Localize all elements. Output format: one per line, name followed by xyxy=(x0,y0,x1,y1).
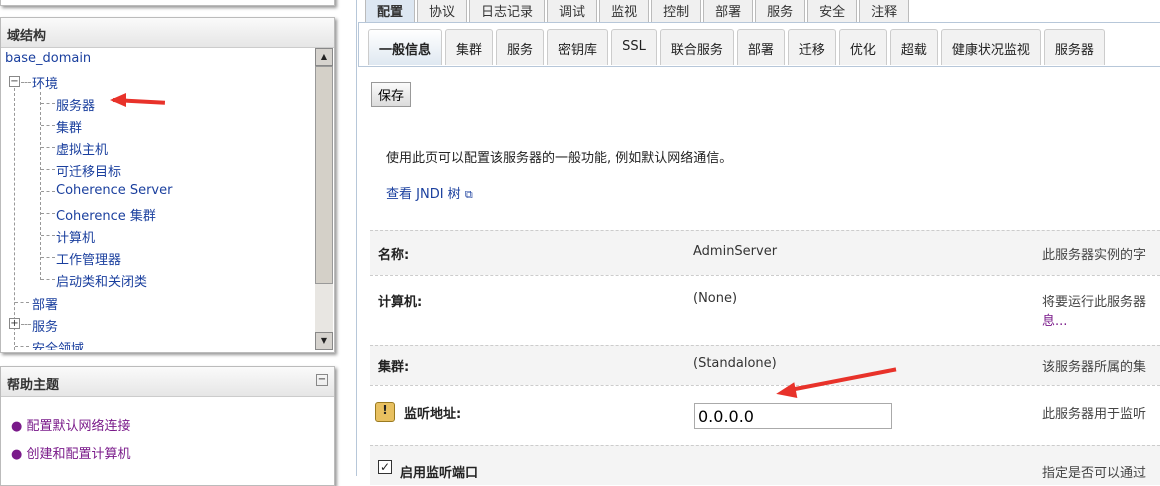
scroll-thumb[interactable] xyxy=(315,66,333,284)
tree-scrollbar[interactable]: ▲ ▼ xyxy=(315,48,333,350)
subtab[interactable]: 一般信息 xyxy=(368,29,443,65)
tree-item[interactable]: 启动类和关闭类 xyxy=(56,271,147,290)
jndi-link[interactable]: 查看 JNDI 树 ⧉ xyxy=(386,183,473,202)
scroll-up-icon[interactable]: ▲ xyxy=(315,48,333,66)
subtab[interactable]: 服务器 xyxy=(1043,29,1105,65)
tree-connector xyxy=(41,125,55,126)
tree-item[interactable]: 可迁移目标 xyxy=(56,161,121,180)
subtab[interactable]: 服务 xyxy=(496,29,545,65)
field-label: 监听地址: xyxy=(404,407,462,422)
scroll-down-icon[interactable]: ▼ xyxy=(315,332,333,350)
content-border xyxy=(356,0,357,476)
help-link[interactable]: ● 创建和配置计算机 xyxy=(11,443,131,462)
collapse-panel-icon[interactable]: − xyxy=(316,374,328,386)
tree-item-environment[interactable]: 环境 xyxy=(32,73,58,92)
field-row-cluster: 集群: (Standalone) 该服务器所属的集 xyxy=(370,345,1160,385)
field-label: 启用监听端口 xyxy=(400,466,479,481)
subtab[interactable]: 迁移 xyxy=(787,29,836,65)
field-desc: 指定是否可以通过 xyxy=(1042,466,1147,481)
tree-connector xyxy=(41,213,55,214)
tree-item[interactable]: 集群 xyxy=(56,117,82,136)
field-label: 集群: xyxy=(378,360,410,375)
save-button[interactable]: 保存 xyxy=(371,82,412,107)
tab[interactable]: 日志记录 xyxy=(469,0,546,24)
main-tabs: 配置 协议 日志记录 调试 监视 控制 部署 服务 安全 注释 xyxy=(365,0,911,24)
subtab[interactable]: 集群 xyxy=(445,29,494,65)
subtab[interactable]: 联合服务 xyxy=(659,29,734,65)
panel-title: 域结构 xyxy=(1,18,334,48)
help-panel: 帮助主题 − ● 配置默认网络连接 ● 创建和配置计算机 xyxy=(0,366,335,486)
listen-port-checkbox[interactable]: ✓ xyxy=(378,460,392,474)
tree-connector xyxy=(41,103,55,104)
field-label: 计算机: xyxy=(378,295,423,310)
tree-item-deployments[interactable]: 部署 xyxy=(32,294,58,313)
external-link-icon: ⧉ xyxy=(464,188,473,201)
field-desc: 该服务器所属的集 xyxy=(1042,360,1147,375)
expand-icon[interactable]: + xyxy=(9,318,20,329)
tree-item[interactable]: 计算机 xyxy=(56,227,95,246)
warning-config-icon: ! xyxy=(375,402,395,422)
help-link-text[interactable]: 配置默认网络连接 xyxy=(26,419,130,434)
tree-item[interactable]: 服务器 xyxy=(56,95,95,114)
tree-connector xyxy=(41,169,55,170)
field-desc: 此服务器用于监听 xyxy=(1042,407,1147,422)
field-row-listen-port-enabled: ✓ 启用监听端口 指定是否可以通过 xyxy=(370,445,1160,485)
subtab[interactable]: 密钥库 xyxy=(547,29,609,65)
help-link[interactable]: ● 配置默认网络连接 xyxy=(11,415,131,434)
tab[interactable]: 控制 xyxy=(651,0,702,24)
tree-item[interactable]: 虚拟主机 xyxy=(56,139,108,158)
intro-text: 使用此页可以配置该服务器的一般功能, 例如默认网络通信。 xyxy=(386,151,733,166)
tree-connector xyxy=(41,191,55,192)
tree-connector xyxy=(41,257,55,258)
tree-connector xyxy=(41,147,55,148)
field-desc: 将要运行此服务器 xyxy=(1042,295,1147,310)
tree-root[interactable]: base_domain xyxy=(5,51,91,66)
subtab[interactable]: SSL xyxy=(611,29,657,65)
sub-tabs: 一般信息 集群 服务 密钥库 SSL 联合服务 部署 迁移 优化 超载 健康状况监视 服务器 xyxy=(368,29,1108,65)
collapse-icon[interactable]: − xyxy=(9,76,20,87)
tab[interactable]: 注释 xyxy=(859,0,910,24)
top-panel xyxy=(0,0,335,6)
tab[interactable]: 调试 xyxy=(547,0,598,24)
field-row-machine: 计算机: (None) 将要运行此服务器 息... xyxy=(370,275,1160,345)
subtab[interactable]: 健康状况监视 xyxy=(940,29,1041,65)
field-row-name: 名称: AdminServer 此服务器实例的字 xyxy=(370,230,1160,275)
field-desc: 此服务器实例的字 xyxy=(1042,248,1147,263)
subtab[interactable]: 超载 xyxy=(889,29,938,65)
help-title: 帮助主题 xyxy=(1,367,334,397)
help-link-text[interactable]: 创建和配置计算机 xyxy=(26,447,130,462)
jndi-link-text[interactable]: 查看 JNDI 树 xyxy=(386,187,461,202)
field-value: (None) xyxy=(693,291,738,306)
field-value: (Standalone) xyxy=(693,356,777,371)
tree-connector xyxy=(41,279,55,280)
tab[interactable]: 协议 xyxy=(417,0,468,24)
more-info-link[interactable]: 息... xyxy=(1042,310,1160,329)
tree-item[interactable]: Coherence 集群 xyxy=(56,205,156,224)
tree-item[interactable]: Coherence Server xyxy=(56,183,172,198)
tab[interactable]: 服务 xyxy=(755,0,806,24)
field-label: 名称: xyxy=(378,248,410,263)
subtab[interactable]: 优化 xyxy=(838,29,887,65)
tree-item-security-realms[interactable]: 安全领域 xyxy=(32,338,84,350)
listen-address-input[interactable] xyxy=(694,403,892,429)
tree-item-services[interactable]: 服务 xyxy=(32,316,58,335)
tab[interactable]: 部署 xyxy=(703,0,754,24)
tab[interactable]: 安全 xyxy=(807,0,858,24)
tree-item[interactable]: 工作管理器 xyxy=(56,249,121,268)
field-value: AdminServer xyxy=(693,244,778,259)
tab[interactable]: 监视 xyxy=(599,0,650,24)
tab[interactable]: 配置 xyxy=(365,0,416,24)
subtab[interactable]: 部署 xyxy=(736,29,785,65)
tree-connector xyxy=(41,235,55,236)
arrow-head-icon xyxy=(110,93,126,107)
field-row-listen-address: ! 监听地址: 此服务器用于监听 xyxy=(370,385,1160,445)
